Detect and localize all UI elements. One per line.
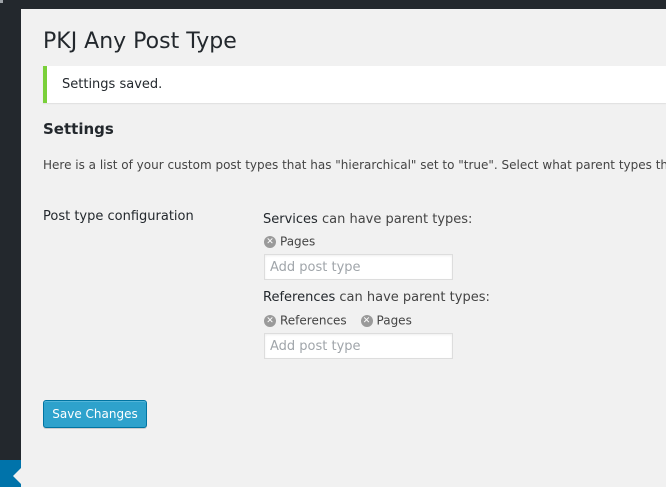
settings-saved-notice: Settings saved. [43, 66, 666, 103]
references-config-title: References can have parent types: [263, 290, 490, 305]
sidebar-current-item[interactable] [0, 460, 21, 487]
parent-types-suffix: can have parent types: [339, 290, 490, 305]
parent-tag: ✕ Pages [360, 313, 412, 328]
x-circle-icon[interactable]: ✕ [264, 235, 276, 248]
tag-label: Pages [376, 313, 412, 328]
post-type-configuration-label: Post type configuration [43, 209, 194, 224]
save-changes-button[interactable]: Save Changes [43, 400, 147, 428]
references-parent-tags: ✕ References ✕ Pages [264, 313, 422, 329]
services-add-post-type-input[interactable] [264, 254, 453, 280]
admin-sidebar [0, 9, 21, 487]
services-config-title: Services can have parent types: [263, 212, 472, 227]
admin-bar-icon[interactable] [0, 0, 3, 3]
x-circle-icon[interactable]: ✕ [360, 314, 373, 327]
settings-heading: Settings [43, 120, 114, 138]
parent-types-suffix: can have parent types: [321, 212, 473, 227]
arrow-left-icon [13, 468, 21, 484]
post-type-name: References [263, 290, 336, 305]
tag-label: References [280, 313, 347, 328]
main-content: PKJ Any Post Type Settings saved. Settin… [21, 9, 666, 487]
services-parent-tags: ✕ Pages [264, 234, 325, 250]
x-circle-icon[interactable]: ✕ [264, 314, 276, 327]
parent-tag: ✕ References [264, 313, 347, 328]
admin-bar [0, 0, 666, 9]
tag-label: Pages [280, 234, 316, 249]
post-type-name: Services [263, 212, 318, 227]
settings-description: Here is a list of your custom post types… [43, 158, 666, 172]
parent-tag: ✕ Pages [264, 234, 315, 249]
page-title: PKJ Any Post Type [43, 29, 237, 54]
references-add-post-type-input[interactable] [264, 333, 453, 359]
notice-text: Settings saved. [62, 77, 163, 92]
